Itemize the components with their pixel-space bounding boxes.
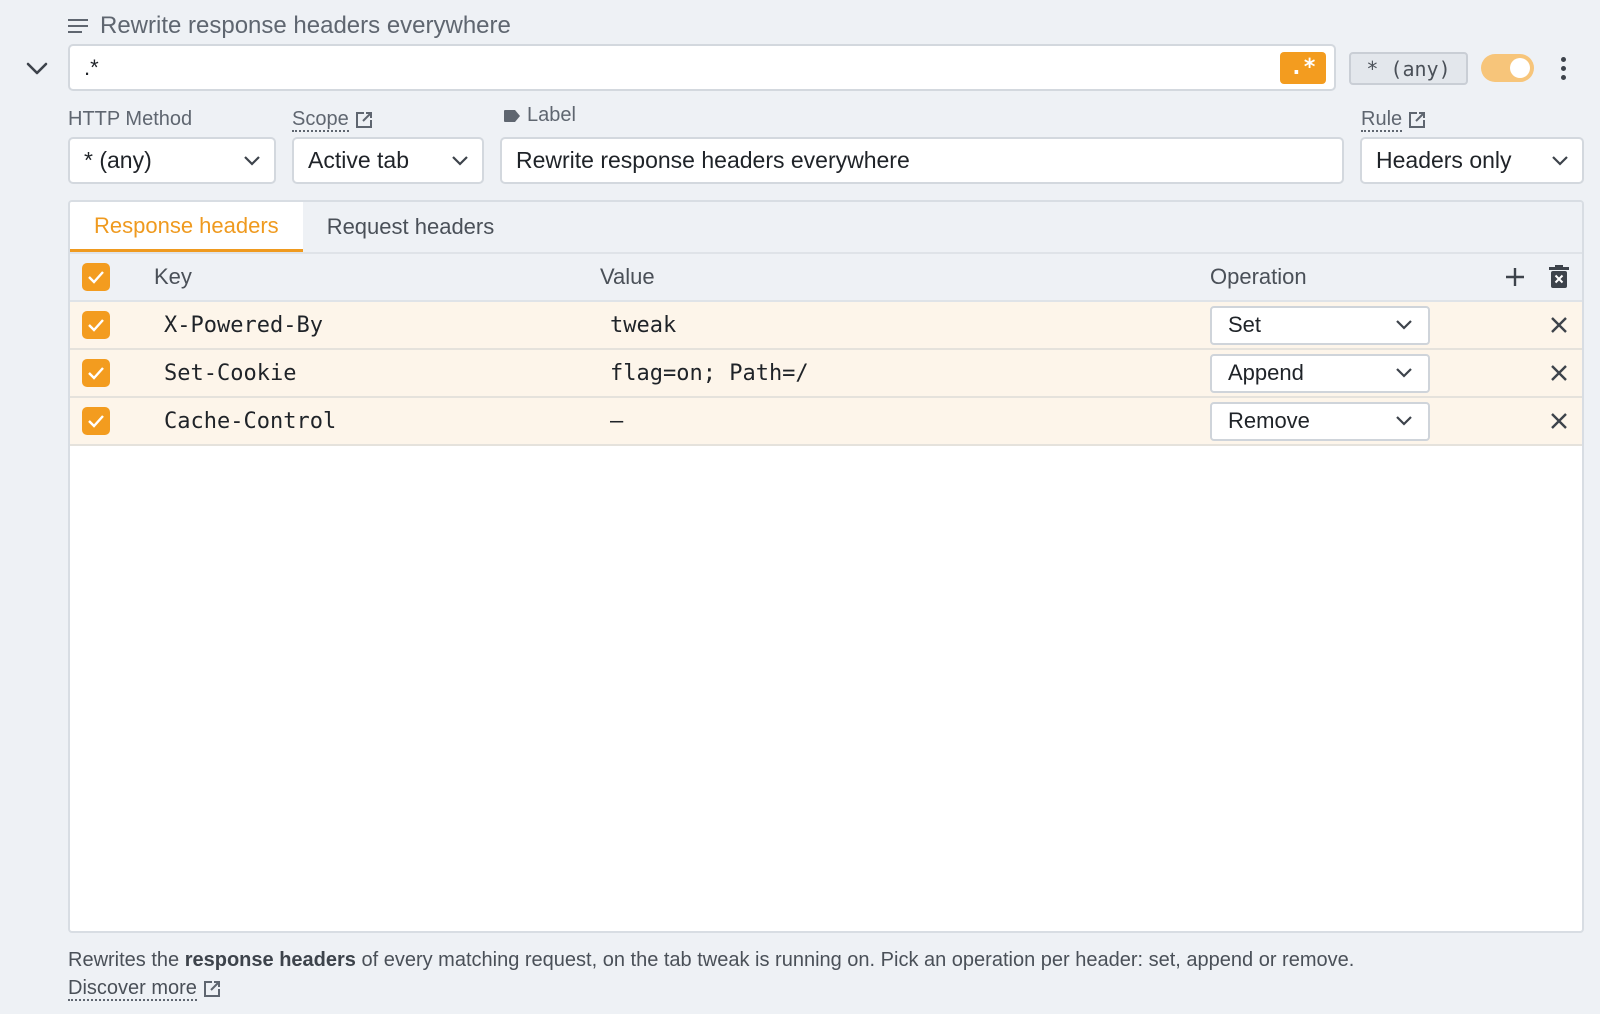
rule-type-select[interactable]: Headers only bbox=[1360, 137, 1584, 184]
help-text-bold: response headers bbox=[184, 949, 356, 971]
discover-more-text: Discover more bbox=[68, 977, 197, 1001]
help-text-prefix: Rewrites the bbox=[68, 949, 185, 971]
headers-panel: Response headers Request headers Key Val… bbox=[68, 200, 1584, 933]
more-options-button[interactable] bbox=[1553, 53, 1573, 83]
help-text-suffix: of every matching request, on the tab tw… bbox=[355, 949, 1355, 971]
description-lines-icon bbox=[68, 19, 88, 33]
scope-label-text: Scope bbox=[292, 108, 349, 132]
operation-select[interactable]: Append bbox=[1210, 353, 1430, 393]
table-header: Key Value Operation bbox=[70, 254, 1582, 302]
operation-select[interactable]: Set bbox=[1210, 305, 1430, 345]
tab-response-headers[interactable]: Response headers bbox=[70, 202, 303, 252]
label-input-value: Rewrite response headers everywhere bbox=[516, 147, 910, 173]
url-pattern-value: .* bbox=[84, 54, 99, 80]
rule-type-label[interactable]: Rule bbox=[1361, 108, 1426, 132]
operation-select-box[interactable]: Set bbox=[1210, 305, 1430, 345]
add-header-button[interactable] bbox=[1502, 264, 1528, 290]
row-value[interactable]: tweak bbox=[610, 313, 676, 338]
chevron-down-icon bbox=[1396, 416, 1412, 426]
kebab-dot bbox=[1560, 65, 1566, 71]
scope-value: Active tab bbox=[308, 147, 409, 173]
checkmark-icon bbox=[88, 271, 104, 284]
operation-select-box[interactable]: Append bbox=[1210, 353, 1430, 393]
trash-icon bbox=[1549, 265, 1569, 288]
row-checkbox[interactable] bbox=[82, 311, 110, 339]
table-row: X-Powered-By tweak Set bbox=[70, 302, 1582, 350]
operation-select-box[interactable]: Remove bbox=[1210, 401, 1430, 441]
table-row: Set-Cookie flag=on; Path=/ Append bbox=[70, 350, 1582, 398]
row-key[interactable]: Cache-Control bbox=[164, 409, 336, 434]
column-header-key: Key bbox=[154, 264, 192, 289]
row-checkbox[interactable] bbox=[82, 407, 110, 435]
table-row: Cache-Control — Remove bbox=[70, 398, 1582, 446]
remove-row-button[interactable] bbox=[1546, 408, 1572, 434]
method-chip[interactable]: * (any) bbox=[1349, 52, 1468, 85]
column-header-value: Value bbox=[600, 264, 655, 289]
rule-enabled-toggle[interactable] bbox=[1481, 54, 1534, 82]
close-icon bbox=[1551, 413, 1567, 429]
rule-title-row: Rewrite response headers everywhere bbox=[68, 10, 511, 42]
row-key[interactable]: Set-Cookie bbox=[164, 361, 296, 386]
row-checkbox[interactable] bbox=[82, 359, 110, 387]
checkmark-icon bbox=[88, 367, 104, 380]
scope-label[interactable]: Scope bbox=[292, 108, 373, 132]
label-label-text: Label bbox=[527, 104, 576, 126]
http-method-select[interactable]: * (any) bbox=[68, 137, 276, 184]
help-text: Rewrites the response headers of every m… bbox=[68, 946, 1578, 1002]
tab-bar: Response headers Request headers bbox=[70, 202, 1582, 254]
delete-all-button[interactable] bbox=[1546, 264, 1572, 290]
select-all-checkbox[interactable] bbox=[82, 263, 110, 291]
remove-row-button[interactable] bbox=[1546, 312, 1572, 338]
discover-more-link[interactable]: Discover more bbox=[68, 977, 221, 1001]
rule-title: Rewrite response headers everywhere bbox=[100, 12, 511, 39]
row-value[interactable]: — bbox=[610, 409, 623, 434]
regex-toggle-badge[interactable]: .* bbox=[1280, 51, 1326, 84]
operation-select[interactable]: Remove bbox=[1210, 401, 1430, 441]
rule-label-text: Rule bbox=[1361, 108, 1403, 132]
http-method-label: HTTP Method bbox=[68, 108, 192, 131]
chevron-down-icon bbox=[1552, 155, 1568, 166]
collapse-chevron-button[interactable] bbox=[22, 54, 52, 84]
operation-value: Append bbox=[1228, 360, 1304, 385]
external-link-icon bbox=[355, 112, 372, 128]
plus-icon bbox=[1506, 268, 1524, 286]
label-field-label: Label bbox=[503, 104, 576, 127]
kebab-dot bbox=[1560, 56, 1566, 62]
checkmark-icon bbox=[88, 319, 104, 332]
row-value[interactable]: flag=on; Path=/ bbox=[610, 361, 809, 386]
label-input[interactable]: Rewrite response headers everywhere bbox=[500, 137, 1344, 184]
scope-select[interactable]: Active tab bbox=[292, 137, 484, 184]
rule-type-value: Headers only bbox=[1376, 147, 1512, 173]
http-method-label-text: HTTP Method bbox=[68, 108, 193, 130]
http-method-value: * (any) bbox=[84, 147, 152, 173]
tab-bar-fill bbox=[518, 202, 1582, 252]
checkmark-icon bbox=[88, 415, 104, 428]
toggle-knob bbox=[1510, 58, 1530, 78]
close-icon bbox=[1551, 317, 1567, 333]
close-icon bbox=[1551, 365, 1567, 381]
external-link-icon bbox=[203, 981, 220, 997]
external-link-icon bbox=[1409, 112, 1426, 128]
tag-icon bbox=[504, 109, 520, 122]
kebab-dot bbox=[1560, 74, 1566, 80]
row-key[interactable]: X-Powered-By bbox=[164, 313, 323, 338]
chevron-down-icon bbox=[1396, 368, 1412, 378]
tab-request-headers[interactable]: Request headers bbox=[303, 202, 519, 252]
chevron-down-icon bbox=[1396, 320, 1412, 330]
remove-row-button[interactable] bbox=[1546, 360, 1572, 386]
operation-value: Remove bbox=[1228, 408, 1310, 433]
url-pattern-input[interactable]: .* .* bbox=[68, 44, 1336, 91]
operation-value: Set bbox=[1228, 312, 1262, 337]
column-header-operation: Operation bbox=[1210, 264, 1307, 289]
chevron-down-icon bbox=[26, 62, 48, 75]
chevron-down-icon bbox=[452, 155, 468, 166]
chevron-down-icon bbox=[244, 155, 260, 166]
